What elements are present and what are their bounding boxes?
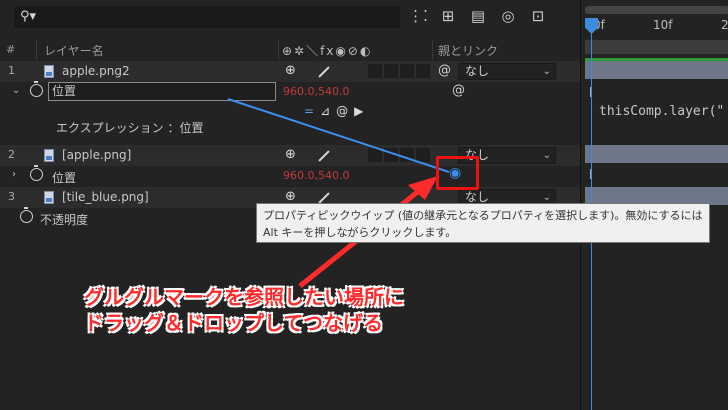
header-switches: ⊕✲＼fx◉⊘◐ [282,44,373,58]
chevron-down-icon: ⌄ [542,150,551,161]
layer-row-2[interactable]: 2 [apple.png] ⊕ なし ⌄ [0,145,580,166]
layer-number: 2 [8,148,15,161]
frame-blend-icon[interactable]: ⊞ [438,6,458,26]
switch-box[interactable] [368,64,382,78]
property-name: 位置 [52,171,77,185]
chevron-down-icon: ⌄ [542,66,551,77]
layer-name[interactable]: [apple.png] [62,148,131,162]
shy-icon[interactable]: ⋮⁚ [408,6,428,26]
expression-label: エクスプレッション ：位置 [56,121,204,135]
image-file-icon [44,65,54,78]
pickwhip-tooltip: プロパティピックウイップ (値の継承元となるプロパティを選択します)。無効にする… [256,203,710,243]
layer-row-1[interactable]: 1 apple.png2 ⊕ @ なし ⌄ [0,61,580,82]
expression-editor[interactable]: thisComp.layer(" [599,104,724,119]
pickwhip-icon[interactable]: @ [438,63,451,78]
divider [36,40,37,60]
layer-duration-bar[interactable] [585,145,728,163]
instruction-annotation: グルグルマークを参照したい場所に ドラッグ＆ドロップしてつなげる [84,284,404,336]
ruler-tick: 10f [653,18,673,32]
layer-number: 3 [8,190,15,203]
ruler-tick: 2 [721,18,728,32]
position-value[interactable]: 960.0,540.0 [283,85,349,98]
chevron-down-icon[interactable]: ⌄ [12,85,20,96]
header-layer-name[interactable]: レイヤー名 [44,42,104,59]
position-value[interactable]: 960.0,540.0 [283,169,349,182]
stopwatch-icon[interactable] [30,165,43,181]
tooltip-line-2: Alt キーを押しながらクリックします。 [263,226,457,239]
layer-number: 1 [8,64,15,77]
search-icon: ⚲▾ [20,9,37,24]
annotation-line-1: グルグルマークを参照したい場所に [84,285,404,309]
anchor-icon[interactable]: ⊕ [285,189,296,204]
image-file-icon [44,191,54,204]
search-field[interactable]: ⚲▾ [14,6,400,28]
header-num: # [6,43,16,56]
property-name-edit-field[interactable]: 位置 [48,82,276,101]
work-area-bar[interactable] [585,40,728,54]
switch-box[interactable] [400,148,414,162]
switch-box[interactable] [400,64,414,78]
pickwhip-target-icon[interactable]: ◉ [449,165,467,181]
switch-box[interactable] [368,148,382,162]
divider [278,40,279,60]
stopwatch-icon[interactable] [20,207,33,223]
quality-switch-icon[interactable] [318,66,330,78]
switch-box[interactable] [384,148,398,162]
quality-switch-icon[interactable] [318,150,330,162]
chevron-right-icon[interactable]: › [12,169,16,180]
switch-box[interactable] [416,64,430,78]
switch-box[interactable] [416,148,430,162]
property-position-2: › 位置 960.0,540.0 [0,165,580,187]
property-name: 不透明度 [40,213,89,227]
pickwhip-icon[interactable]: @ [452,83,465,98]
green-bar [585,58,728,61]
time-ruler[interactable]: 0f 10f 2 [581,16,728,40]
header-parent[interactable]: 親とリンク [438,42,498,59]
expression-row: エクスプレッション ：位置 [0,116,580,137]
switch-box[interactable] [384,64,398,78]
time-navigator[interactable] [585,6,728,14]
parent-value: なし [465,190,490,204]
graph-editor-icon[interactable]: ◎ [498,6,518,26]
parent-select[interactable]: なし ⌄ [458,63,556,80]
layer-name[interactable]: apple.png2 [62,64,130,78]
chart-icon[interactable]: ⊡ [528,6,548,26]
composition-toolbar: ⚲▾ ⋮⁚ ⊞ ▤ ◎ ⊡ [0,0,580,38]
layer-name[interactable]: [tile_blue.png] [62,190,149,204]
anchor-icon[interactable]: ⊕ [285,147,296,162]
layer-header: # レイヤー名 ⊕✲＼fx◉⊘◐ 親とリンク [0,40,580,60]
tooltip-line-1: プロパティピックウイップ (値の継承元となるプロパティを選択します)。無効にする… [263,209,703,222]
stopwatch-icon[interactable] [30,81,43,97]
annotation-line-2: ドラッグ＆ドロップしてつなげる [84,311,383,335]
layer-duration-bar[interactable] [585,61,728,79]
image-file-icon [44,149,54,162]
divider [432,40,433,60]
anchor-icon[interactable]: ⊕ [285,63,296,78]
parent-value: なし [465,64,490,78]
toolbar-icons: ⋮⁚ ⊞ ▤ ◎ ⊡ [408,6,548,26]
motion-blur-icon[interactable]: ▤ [468,6,488,26]
